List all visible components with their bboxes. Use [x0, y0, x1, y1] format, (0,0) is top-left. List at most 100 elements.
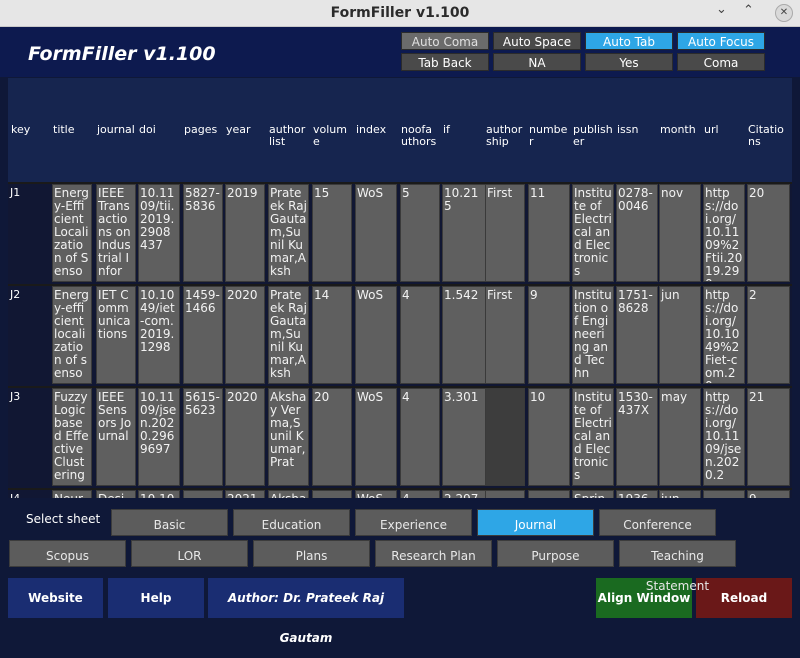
cell-if[interactable]: 1.542 — [442, 286, 486, 384]
help-button[interactable]: Help — [108, 578, 204, 618]
cell-year[interactable]: 2020 — [225, 286, 265, 384]
cell-title[interactable]: Fuzzy Logic based Effective Clustering — [52, 388, 92, 486]
cell-issn[interactable]: 1751-8628 — [616, 286, 658, 384]
coma-button[interactable]: Coma — [677, 53, 765, 71]
cell-authorship[interactable] — [485, 388, 525, 486]
column-header-index: index — [356, 123, 387, 136]
auto-tab-toggle[interactable]: Auto Tab — [585, 32, 673, 50]
cell-authorlist[interactable]: Akshay Verma,Sunil Kumar,Prat — [268, 388, 309, 486]
window-title: FormFiller v1.100 — [330, 5, 470, 21]
cell-authorship[interactable] — [485, 490, 525, 498]
cell-url[interactable]: https://doi.org/10.1109/jsen.2020.2 — [703, 388, 745, 486]
cell-journal[interactable]: IET Communications — [96, 286, 136, 384]
close-icon[interactable]: ✕ — [775, 4, 793, 22]
cell-journal[interactable]: IEEE Transactions on Industrial Infor — [96, 184, 136, 282]
cell-volume[interactable]: 14 — [312, 286, 352, 384]
sheet-tab-conference[interactable]: Conference — [599, 509, 716, 536]
column-header-number: number — [529, 123, 568, 148]
column-header-noofauthors: noofauthors — [401, 123, 437, 148]
cell-doi[interactable]: 10.1109/jsen.2020.2969697 — [138, 388, 180, 486]
cell-journal[interactable]: Desi — [96, 490, 136, 498]
cell-pages[interactable]: 1459-1466 — [183, 286, 223, 384]
cell-issn[interactable]: 1936- — [616, 490, 658, 498]
cell-number[interactable] — [528, 490, 570, 498]
cell-noofauthors[interactable]: 5 — [400, 184, 440, 282]
sheet-tab-basic[interactable]: Basic — [111, 509, 228, 536]
cell-number[interactable]: 9 — [528, 286, 570, 384]
cell-month[interactable]: may — [659, 388, 701, 486]
sheet-tab-research-plan[interactable]: Research Plan — [375, 540, 492, 567]
cell-volume[interactable]: 15 — [312, 184, 352, 282]
sheet-tab-purpose[interactable]: Purpose — [497, 540, 614, 567]
cell-doi[interactable]: 10.1109/tii.2019.2908437 — [138, 184, 180, 282]
cell-index[interactable]: WoS — [355, 490, 397, 498]
yes-button[interactable]: Yes — [585, 53, 673, 71]
cell-citations[interactable]: 21 — [747, 388, 790, 486]
cell-journal[interactable]: IEEE Sensors Journal — [96, 388, 136, 486]
cell-pages[interactable]: 5827-5836 — [183, 184, 223, 282]
cell-volume[interactable]: 20 — [312, 388, 352, 486]
cell-publisher[interactable]: Institute of Electrical and Electronics — [572, 388, 614, 486]
sheet-tab-lor[interactable]: LOR — [131, 540, 248, 567]
cell-noofauthors[interactable]: 4 — [400, 286, 440, 384]
column-header-issn: issn — [617, 123, 639, 136]
cell-authorship[interactable]: First — [485, 184, 525, 282]
cell-month[interactable]: nov — [659, 184, 701, 282]
cell-title[interactable]: Energy-efficient localization of senso — [52, 286, 92, 384]
auto-space-toggle[interactable]: Auto Space — [493, 32, 581, 50]
na-button[interactable]: NA — [493, 53, 581, 71]
cell-month[interactable]: jun — [659, 490, 701, 498]
cell-publisher[interactable]: Institute of Electrical and Electronics — [572, 184, 614, 282]
sheet-tab-education[interactable]: Education — [233, 509, 350, 536]
cell-authorlist[interactable]: Prateek Raj Gautam,Sunil Kumar,Aksh — [268, 286, 309, 384]
sheet-tab-plans[interactable]: Plans — [253, 540, 370, 567]
cell-volume[interactable] — [312, 490, 352, 498]
cell-authorlist[interactable]: Prateek Raj Gautam,Sunil Kumar,Aksh — [268, 184, 309, 282]
cell-issn[interactable]: 0278-0046 — [616, 184, 658, 282]
column-header-citations: Citations — [748, 123, 784, 148]
sheet-tab-experience[interactable]: Experience — [355, 509, 472, 536]
cell-month[interactable]: jun — [659, 286, 701, 384]
cell-authorship[interactable]: First — [485, 286, 525, 384]
auto-coma-toggle[interactable]: Auto Coma — [401, 32, 489, 50]
minimize-icon[interactable]: ⌄ — [716, 2, 727, 17]
cell-noofauthors[interactable]: 4 — [400, 490, 440, 498]
cell-url[interactable]: https://doi.org/10.1109%2Ftii.2019.290 — [703, 184, 745, 282]
cell-number[interactable]: 11 — [528, 184, 570, 282]
cell-year[interactable]: 2019 — [225, 184, 265, 282]
cell-citations[interactable]: 9 — [747, 490, 790, 498]
cell-number[interactable]: 10 — [528, 388, 570, 486]
cell-title[interactable]: Energy-Efficient Localization of Senso — [52, 184, 92, 282]
cell-citations[interactable]: 20 — [747, 184, 790, 282]
cell-url[interactable]: https://doi.org/10.1049%2Fiet-com.20 — [703, 286, 745, 384]
cell-citations[interactable]: 2 — [747, 286, 790, 384]
cell-index[interactable]: WoS — [355, 184, 397, 282]
cell-index[interactable]: WoS — [355, 388, 397, 486]
sheet-tab-teaching-statement[interactable]: Teaching Statement — [619, 540, 736, 593]
cell-year[interactable]: 2020 — [225, 388, 265, 486]
cell-title[interactable]: Neura — [52, 490, 92, 498]
cell-year[interactable]: 2021 — [225, 490, 265, 498]
cell-publisher[interactable]: Sprin — [572, 490, 614, 498]
cell-if[interactable]: 10.215 — [442, 184, 486, 282]
sheet-tab-scopus[interactable]: Scopus — [9, 540, 126, 567]
sheet-tab-journal[interactable]: Journal — [477, 509, 594, 536]
tab-back-button[interactable]: Tab Back — [401, 53, 489, 71]
cell-if[interactable]: 3.301 — [442, 388, 486, 486]
auto-focus-toggle[interactable]: Auto Focus — [677, 32, 765, 50]
website-button[interactable]: Website — [8, 578, 103, 618]
cell-publisher[interactable]: Institution of Engineering and Techn — [572, 286, 614, 384]
cell-doi[interactable]: 10.10 — [138, 490, 180, 498]
cell-pages[interactable]: 5615-5623 — [183, 388, 223, 486]
cell-doi[interactable]: 10.1049/iet-com.2019.1298 — [138, 286, 180, 384]
cell-noofauthors[interactable]: 4 — [400, 388, 440, 486]
cell-if[interactable]: 2.297 — [442, 490, 486, 498]
cell-authorlist[interactable]: Aksha — [268, 490, 309, 498]
column-header-year: year — [226, 123, 251, 136]
cell-pages[interactable] — [183, 490, 223, 498]
maximize-icon[interactable]: ⌃ — [743, 3, 754, 18]
cell-issn[interactable]: 1530-437X — [616, 388, 658, 486]
reload-button[interactable]: Reload — [696, 578, 792, 618]
cell-index[interactable]: WoS — [355, 286, 397, 384]
cell-url[interactable] — [703, 490, 745, 498]
